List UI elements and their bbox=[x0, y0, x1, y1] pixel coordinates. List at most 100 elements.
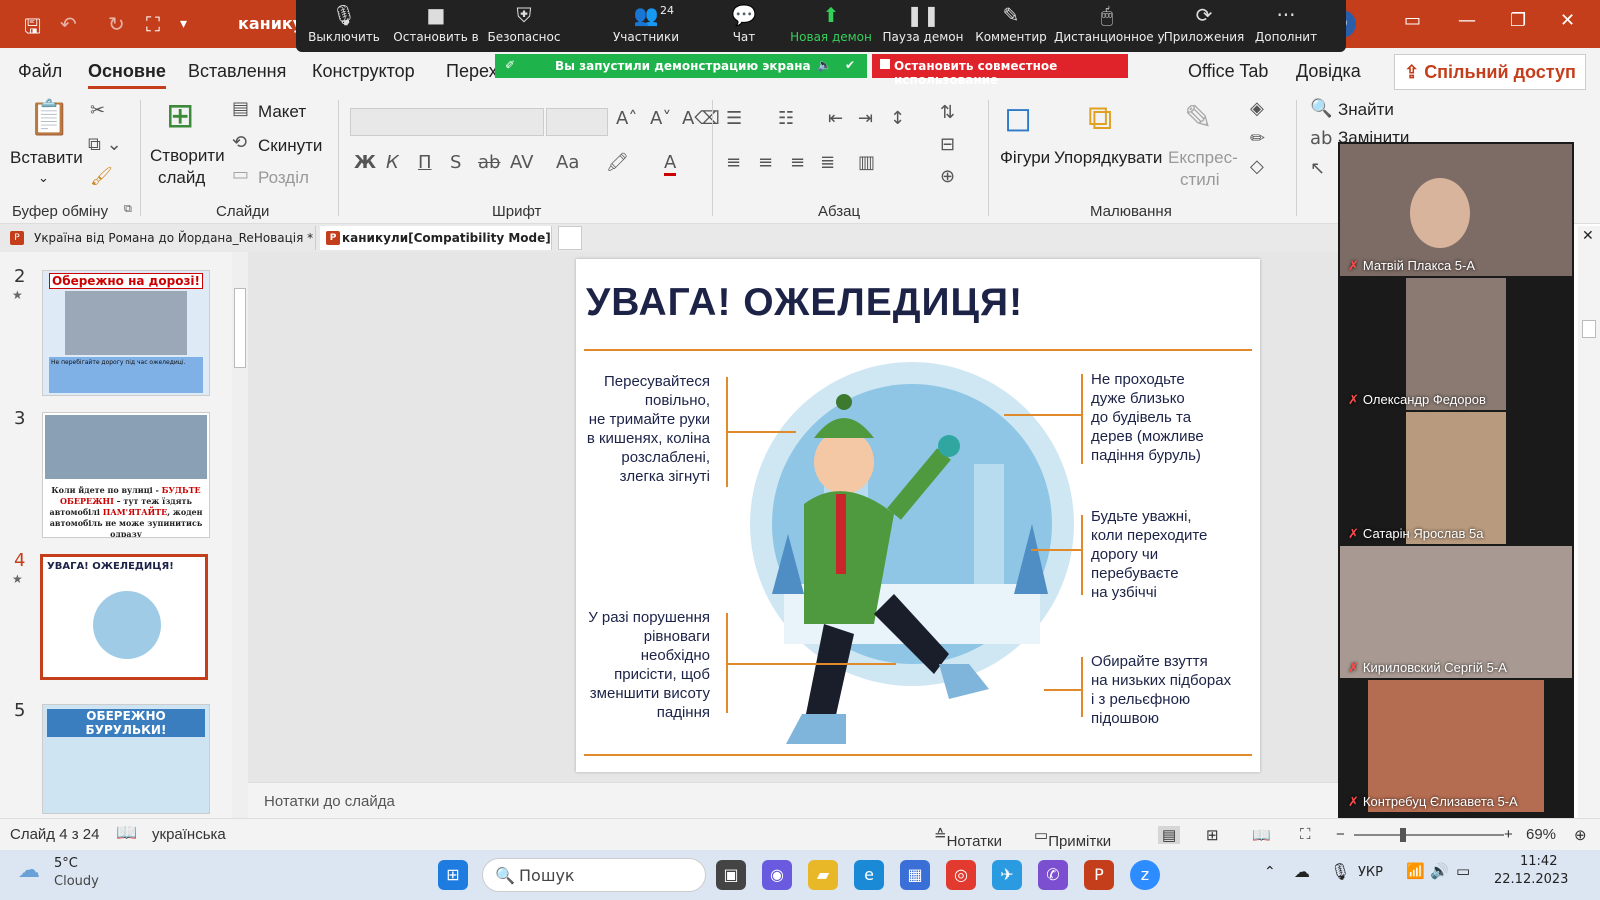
zoom-app-icon[interactable]: z bbox=[1130, 860, 1160, 890]
spacing-icon[interactable]: AV bbox=[510, 152, 533, 173]
weather-condition[interactable]: Cloudy bbox=[54, 874, 99, 889]
thumbnail-scrollbar[interactable] bbox=[232, 252, 248, 818]
more-button[interactable]: ··· Дополнит bbox=[1246, 0, 1326, 52]
zoom-in-icon[interactable]: + bbox=[1504, 826, 1513, 843]
normal-view-icon[interactable]: ▤ bbox=[1158, 826, 1181, 844]
text-direction-icon[interactable]: ⇅ bbox=[940, 102, 955, 123]
volume-icon[interactable]: 🔊 bbox=[1430, 862, 1449, 880]
zoom-slider-thumb[interactable] bbox=[1400, 828, 1406, 842]
slide-thumb-4[interactable]: УВАГА! ОЖЕЛЕДИЦЯ! bbox=[40, 554, 208, 680]
redo-icon[interactable]: ↻ bbox=[108, 12, 125, 36]
justify-icon[interactable]: ≣ bbox=[820, 152, 835, 173]
arrange-icon[interactable]: ⧉ bbox=[1088, 98, 1112, 138]
scroll-thumb[interactable] bbox=[234, 288, 246, 368]
change-case-icon[interactable]: Aa bbox=[556, 152, 579, 173]
reading-view-icon[interactable]: 📖 bbox=[1252, 826, 1271, 844]
doc-tab-kanykuly[interactable]: Pканикули[Compatibility Mode] *✕ bbox=[320, 226, 552, 269]
ribbon-display-icon[interactable]: ▭ bbox=[1404, 10, 1421, 31]
select-icon[interactable]: ↖ bbox=[1310, 158, 1325, 179]
section-button[interactable]: Розділ bbox=[258, 168, 309, 188]
fit-slide-icon[interactable]: ⊕ bbox=[1574, 826, 1587, 844]
quick-styles-label[interactable]: стилі bbox=[1180, 170, 1219, 190]
participant-video[interactable]: ✗ Сатарін Ярослав 5а bbox=[1340, 412, 1572, 544]
align-center-icon[interactable]: ≡ bbox=[758, 152, 773, 173]
windows-start-icon[interactable]: ⊞ bbox=[438, 860, 468, 890]
slide-thumb-2[interactable]: Обережно на дорозі! Не перебігайте дорог… bbox=[42, 270, 210, 396]
paste-dropdown-icon[interactable]: ⌄ bbox=[38, 170, 49, 186]
battery-icon[interactable]: ▭ bbox=[1456, 862, 1470, 880]
tab-help[interactable]: Довідка bbox=[1296, 61, 1361, 82]
slideshow-icon[interactable]: ⛶ bbox=[1300, 826, 1311, 843]
tab-insert[interactable]: Вставлення bbox=[188, 61, 286, 82]
numbering-icon[interactable]: ☷ bbox=[778, 108, 794, 129]
stop-video-button[interactable]: ■ Остановить в bbox=[392, 0, 480, 52]
remote-control-button[interactable]: 🖱 Дистанционное у bbox=[1054, 0, 1165, 52]
tab-file[interactable]: Файл bbox=[18, 61, 62, 82]
italic-icon[interactable]: К bbox=[386, 152, 399, 173]
microphone-tray-icon[interactable]: 🎙 bbox=[1330, 862, 1350, 881]
clock-time[interactable]: 11:42 bbox=[1520, 854, 1557, 869]
mute-button[interactable]: 🎙 Выключить bbox=[302, 0, 386, 52]
share-button[interactable]: ⇪ Спільний доступ bbox=[1394, 54, 1586, 90]
slide-thumb-3[interactable]: Коли йдете по вулиці - БУДЬТЕ ОБЕРЕЖНІ –… bbox=[42, 412, 210, 538]
participants-button[interactable]: 👥 24 Участники bbox=[586, 0, 706, 52]
taskbar-search[interactable]: 🔍 Пошук bbox=[482, 858, 706, 892]
tab-transitions[interactable]: Перех bbox=[446, 61, 498, 82]
scroll-thumb[interactable] bbox=[1582, 320, 1596, 338]
zoom-level[interactable]: 69% bbox=[1526, 826, 1556, 843]
language-indicator[interactable]: українська bbox=[152, 826, 226, 843]
telegram-icon[interactable]: ✈ bbox=[992, 860, 1022, 890]
quick-styles-icon[interactable]: ✎ bbox=[1184, 98, 1213, 138]
slide-thumb-5[interactable]: ОБЕРЕЖНО БУРУЛЬКИ! bbox=[42, 704, 210, 814]
input-language[interactable]: УКР bbox=[1358, 865, 1383, 880]
apps-button[interactable]: ⟳ Приложения bbox=[1162, 0, 1246, 52]
participant-video[interactable]: ✗ Матвій Плакса 5-А bbox=[1340, 144, 1572, 276]
shapes-icon[interactable]: ◻ bbox=[1004, 98, 1032, 138]
security-button[interactable]: ⛨ Безопаснос bbox=[484, 0, 564, 52]
align-right-icon[interactable]: ≡ bbox=[790, 152, 805, 173]
section-icon[interactable]: ▭ bbox=[232, 164, 249, 185]
pause-share-button[interactable]: ❚❚ Пауза демон bbox=[878, 0, 968, 52]
shape-effects-icon[interactable]: ◇ bbox=[1250, 156, 1264, 177]
tab-home[interactable]: Основне bbox=[88, 61, 166, 89]
paste-icon[interactable]: 📋 bbox=[28, 98, 70, 138]
strikethrough-icon[interactable]: ab bbox=[478, 152, 500, 173]
new-slide-icon[interactable]: ⊞ bbox=[166, 96, 195, 136]
spellcheck-icon[interactable]: 📖 bbox=[116, 823, 137, 843]
presentation-icon[interactable]: ⛶ bbox=[146, 12, 160, 36]
participant-video[interactable]: ✗ Контребуц Єлизавета 5-А bbox=[1340, 680, 1572, 812]
find-button[interactable]: Знайти bbox=[1338, 100, 1394, 120]
shape-outline-icon[interactable]: ✏ bbox=[1250, 128, 1265, 149]
increase-font-icon[interactable]: A˄ bbox=[616, 108, 637, 129]
slide-scrollbar[interactable]: ✕ bbox=[1578, 226, 1600, 818]
shapes-button[interactable]: Фігури bbox=[1000, 148, 1050, 168]
align-text-icon[interactable]: ⊟ bbox=[940, 134, 955, 155]
new-tab-button[interactable] bbox=[558, 226, 582, 250]
stop-share-button[interactable]: Остановить совместное использование bbox=[872, 54, 1128, 87]
arrange-button[interactable]: Упорядкувати bbox=[1054, 148, 1162, 168]
decrease-indent-icon[interactable]: ⇤ bbox=[828, 108, 843, 129]
underline-icon[interactable]: П bbox=[418, 152, 432, 173]
new-slide-label[interactable]: слайд bbox=[158, 168, 205, 188]
teams-icon[interactable]: ◉ bbox=[762, 860, 792, 890]
bullets-icon[interactable]: ☰ bbox=[726, 108, 742, 129]
file-explorer-icon[interactable]: ▰ bbox=[808, 860, 838, 890]
decrease-font-icon[interactable]: A˅ bbox=[650, 108, 671, 129]
smartart-icon[interactable]: ⊕ bbox=[940, 166, 955, 187]
pin-icon[interactable]: ✐ bbox=[505, 58, 515, 72]
wifi-icon[interactable]: 📶 bbox=[1406, 862, 1425, 880]
chevron-up-icon[interactable]: ⌃ bbox=[1264, 864, 1276, 880]
line-spacing-icon[interactable]: ↕ bbox=[890, 108, 905, 129]
annotate-button[interactable]: ✎ Комментир bbox=[970, 0, 1052, 52]
viber-icon[interactable]: ✆ bbox=[1038, 860, 1068, 890]
reset-button[interactable]: Скинути bbox=[258, 136, 322, 156]
quick-styles-button[interactable]: Експрес- bbox=[1168, 148, 1238, 168]
task-view-icon[interactable]: ▣ bbox=[716, 860, 746, 890]
minimize-icon[interactable]: — bbox=[1458, 10, 1476, 31]
weather-temp[interactable]: 5°C bbox=[54, 856, 78, 871]
store-icon[interactable]: ▦ bbox=[900, 860, 930, 890]
clear-format-icon[interactable]: A⌫ bbox=[682, 108, 720, 129]
tab-design[interactable]: Конструктор bbox=[312, 61, 415, 82]
font-size-select[interactable] bbox=[546, 108, 608, 136]
close-icon[interactable]: ✕ bbox=[1560, 10, 1575, 31]
